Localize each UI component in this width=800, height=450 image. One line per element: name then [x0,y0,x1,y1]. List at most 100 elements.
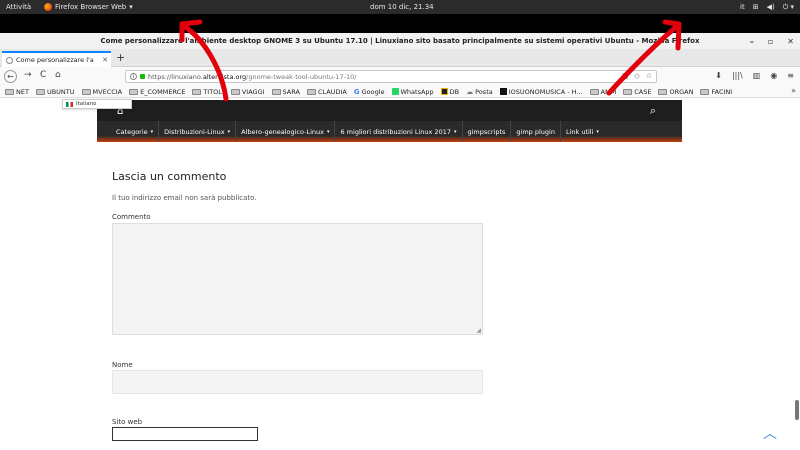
menu-item-categorie[interactable]: Categorie ▾ [111,121,160,142]
new-tab-button[interactable]: + [116,51,125,64]
bookmark-item[interactable]: VIAGGI [230,88,265,96]
home-button[interactable]: ⌂ [55,70,61,80]
bookmark-item[interactable]: CLAUDIA [306,88,347,96]
pocket-icon[interactable]: ◇ [634,72,639,80]
favicon-icon [6,56,13,64]
bookmark-label: UBUNTU [46,87,75,96]
back-to-top-icon[interactable]: ︿ [763,423,777,443]
close-window-button[interactable]: ✕ [787,37,794,46]
bookmark-label: CASE [634,87,652,96]
forward-button[interactable]: → [24,70,32,80]
library-icon[interactable]: |||\ [732,71,743,80]
chevron-down-icon: ▾ [596,128,599,135]
menu-item-albero[interactable]: Albero-genealogico-Linux ▾ [236,121,336,142]
screenshot-icon[interactable]: ◉ [770,71,777,80]
site-header: ⌂ ⌕ [97,100,682,121]
folder-icon [658,88,668,95]
resize-handle-icon[interactable]: ◢ [476,327,481,334]
reader-view-icon[interactable]: ▤ [622,72,629,80]
bookmark-item[interactable]: WhatsApp [391,87,434,96]
sidebar-icon[interactable]: ▥ [753,71,761,80]
keyboard-layout[interactable]: it [740,3,745,11]
bookmark-label: E_COMMERCE [140,87,186,96]
web-page: ⌂ ⌕ Italiano Categorie ▾ Distribuzioni-Li… [0,98,800,450]
folder-icon [192,88,202,95]
url-actions: ▤ ◇ ☆ [622,72,652,80]
bookmark-item[interactable]: SARA [271,88,300,96]
folder-icon [5,88,14,95]
language-selector[interactable]: Italiano [62,99,132,109]
bookmark-item[interactable]: NET [5,88,29,96]
hamburger-menu-icon[interactable]: ≡ [787,71,794,80]
menu-item-gimp-plugin[interactable]: gimp plugin [511,121,561,142]
url-host: altervista.org [202,72,247,81]
search-icon[interactable]: ⌕ [650,104,656,118]
bookmark-item[interactable]: MVECCIA [81,87,123,96]
system-tray[interactable]: it ⊞ ◀) ⏻ ▾ [740,3,794,12]
toolbar-right: ⬇ |||\ ▥ ◉ ≡ [715,71,794,80]
chevron-down-icon: ▾ [227,128,231,135]
bookmark-item[interactable]: FACINI [700,88,732,96]
tab-close-icon[interactable]: ✕ [102,56,108,64]
clock[interactable]: dom 10 dic, 21.34 [370,3,434,11]
bookmark-star-icon[interactable]: ☆ [646,72,652,80]
power-icon[interactable]: ⏻ ▾ [783,3,794,12]
folder-icon [623,88,633,95]
bookmark-item[interactable]: G Google [354,88,385,96]
minimize-button[interactable]: – [750,37,754,46]
bookmark-label: WhatsApp [400,87,434,96]
scrollbar-thumb[interactable] [795,400,799,420]
activities-button[interactable]: Attività [6,3,31,11]
bookmark-item[interactable]: AMM [589,88,616,96]
bookmark-item[interactable]: IOSUONOMUSICA - H... [499,87,583,96]
menu-label: Distribuzioni-Linux [164,127,225,136]
chevron-down-icon: ▾ [326,128,330,135]
bookmark-label: MVECCIA [92,87,123,96]
chevron-down-icon: ▾ [129,3,133,11]
site-menu: Categorie ▾ Distribuzioni-Linux ▾ Albero-g… [97,121,682,142]
bookmark-item[interactable]: CASE [623,88,651,96]
folder-icon [81,88,91,95]
window-title-bar[interactable]: Come personalizzare l'ambiente desktop G… [0,33,800,49]
italy-flag-icon [66,101,73,107]
bookmark-item[interactable]: E_COMMERCE [129,88,185,96]
comment-textarea[interactable]: ◢ [112,223,483,335]
bookmark-label: IOSUONOMUSICA - H... [508,87,583,96]
menu-item-link-utili[interactable]: Link utili ▾ [561,121,604,142]
bookmark-item[interactable]: DB [440,87,460,96]
bookmark-item[interactable]: ORGAN [658,88,693,96]
url-bar[interactable]: i https://linuxiano. altervista.org/gnome… [125,70,657,83]
language-label: Italiano [76,101,97,107]
tab-active[interactable]: Come personalizzare l'a ✕ [2,51,111,67]
bookmarks-overflow-button[interactable]: » [791,86,796,95]
name-label: Nome [112,361,133,369]
menu-label: Link utili [565,127,594,136]
comment-section-title: Lascia un commento [112,170,227,183]
bookmark-label: DB [449,87,460,96]
reload-button[interactable]: C [40,70,46,80]
music-icon [499,88,507,95]
maximize-button[interactable]: ▫ [768,37,773,46]
bookmark-item[interactable]: TITOLI [192,88,224,96]
website-field[interactable] [112,427,258,441]
menu-label: Albero-genealogico-Linux [241,127,324,136]
back-button[interactable]: ← [4,70,17,83]
bookmark-item[interactable]: UBUNTU [35,87,75,96]
info-icon[interactable]: i [130,73,137,80]
bookmark-label: Posta [475,87,493,96]
url-prefix: https://linuxiano. [148,72,203,81]
desktop-band [0,14,800,33]
folder-icon [700,88,710,95]
bookmark-label: ORGAN [669,87,694,96]
bookmark-item[interactable]: ☁ Posta [466,88,493,96]
bookmark-label: TITOLI [203,87,224,96]
email-note: Il tuo indirizzo email non sarà pubblica… [112,194,257,202]
name-field[interactable] [112,370,483,394]
menu-item-migliori[interactable]: 6 migliori distribuzioni Linux 2017 ▾ [335,121,463,142]
menu-item-gimpscripts[interactable]: gimpscripts [463,121,512,142]
menu-item-distribuzioni[interactable]: Distribuzioni-Linux ▾ [159,121,237,142]
volume-icon[interactable]: ◀) [767,3,775,11]
app-menu[interactable]: Firefox Browser Web ▾ [44,3,133,11]
downloads-icon[interactable]: ⬇ [715,71,722,80]
network-icon[interactable]: ⊞ [753,3,759,11]
